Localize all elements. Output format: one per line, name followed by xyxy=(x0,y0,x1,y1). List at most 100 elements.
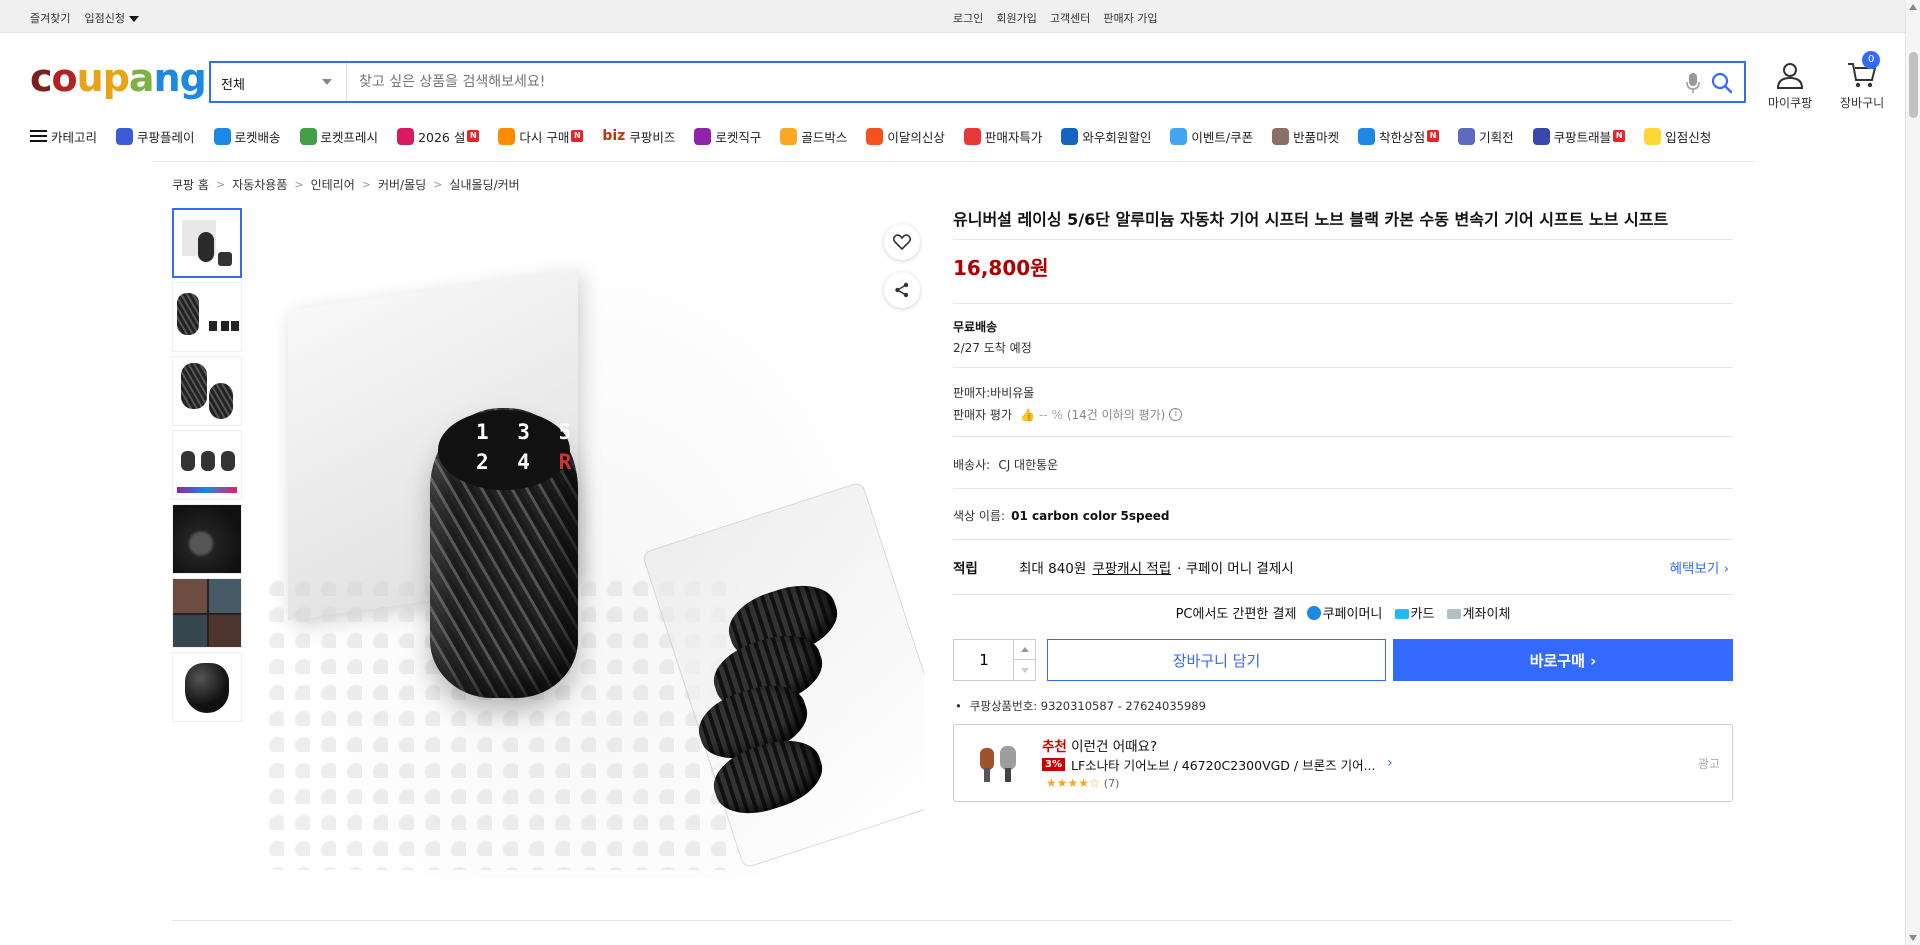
recommendation-card[interactable]: 추천 이런건 어때요? 3% LF소나타 기어노브 / 46720C2300VGD… xyxy=(953,724,1733,802)
add-to-cart-button[interactable]: 장바구니 담기 xyxy=(1047,639,1386,681)
breadcrumb-home[interactable]: 쿠팡 홈 xyxy=(172,176,209,193)
thumbnail-3[interactable] xyxy=(172,356,242,426)
option-section[interactable]: 색상 이름: 01 carbon color 5speed xyxy=(953,489,1733,539)
scrollbar-thumb[interactable] xyxy=(1909,52,1918,118)
buy-now-button[interactable]: 바로구매 › xyxy=(1393,639,1733,681)
review-count: (7) xyxy=(1103,777,1120,790)
knob-bottom-gears: 2 4 xyxy=(476,450,538,474)
coupang-logo[interactable]: coupang xyxy=(30,56,207,100)
nav-item-store[interactable]: 착한상점 N xyxy=(1358,127,1440,146)
product-number: • 쿠팡상품번호: 9320310587 - 27624035989 xyxy=(955,699,1206,713)
thumbnail-5[interactable] xyxy=(172,504,242,574)
chevron-right-icon: > xyxy=(294,178,304,191)
breadcrumb-item[interactable]: 커버/몰딩 xyxy=(378,176,426,193)
nav-item-label: 2026 설 xyxy=(418,129,466,145)
favorites-link[interactable]: 즐겨찾기 xyxy=(30,10,70,26)
cart-label: 장바구니 xyxy=(1840,96,1885,110)
quantity-input[interactable] xyxy=(954,640,1014,680)
category-label: 카테고리 xyxy=(51,129,98,145)
search-input[interactable] xyxy=(359,71,1659,93)
product-main-image: 1 3 5 2 4 R xyxy=(258,210,924,878)
benefits-label: 혜택보기 xyxy=(1669,561,1720,577)
signup-link[interactable]: 회원가입 xyxy=(996,10,1036,26)
breadcrumb-item[interactable]: 자동차용품 xyxy=(232,176,287,193)
seller-apply-label: 입점신청 xyxy=(84,12,125,25)
buy-now-label: 바로구매 xyxy=(1529,651,1585,670)
quantity-increase-button[interactable] xyxy=(1013,640,1035,660)
seller-name[interactable]: 판매자:바비유몰 xyxy=(953,384,1733,401)
nav-item-travel[interactable]: 쿠팡트래블 N xyxy=(1532,127,1626,146)
info-icon[interactable]: i xyxy=(1169,408,1183,421)
nav-item-goldbox[interactable]: 골드박스 xyxy=(780,127,847,146)
category-menu-button[interactable]: 카테고리 xyxy=(30,127,97,146)
nav-item-play[interactable]: 쿠팡플레이 xyxy=(116,127,195,146)
new-badge-icon: N xyxy=(571,130,584,142)
points-suffix: · 쿠페이 머니 결제시 xyxy=(1177,561,1294,577)
thumbnail-7[interactable] xyxy=(172,652,242,722)
scroll-down-icon[interactable] xyxy=(1909,935,1917,941)
customer-center-link[interactable]: 고객센터 xyxy=(1050,10,1090,26)
thumbnail-4[interactable] xyxy=(172,430,242,500)
nav-item-global[interactable]: 로켓직구 xyxy=(694,127,761,146)
header-divider xyxy=(153,161,1755,162)
nav-item-gift[interactable]: 2026 설N xyxy=(397,127,480,146)
nav-item-rocket-fresh[interactable]: 로켓프레시 xyxy=(299,127,379,146)
nav-item-new-product[interactable]: 이달의신상 xyxy=(866,127,945,146)
nav-item-tag[interactable]: 기획전 xyxy=(1458,127,1514,146)
new-badge-icon: N xyxy=(1427,130,1440,142)
coupang-cash-link[interactable]: 쿠팡캐시 적립 xyxy=(1092,557,1171,577)
divider xyxy=(953,239,1733,240)
nav-item-label: 반품마켓 xyxy=(1293,129,1340,145)
breadcrumb: 쿠팡 홈 > 자동차용품 > 인테리어 > 커버/몰딩 > 실내몰딩/커버 xyxy=(172,176,520,193)
search-category-select[interactable]: 전체 xyxy=(211,63,347,101)
gift-icon xyxy=(397,127,415,145)
gear-pattern-label: 1 3 5 2 4 R xyxy=(476,417,579,477)
nav-item-label: 이벤트/쿠폰 xyxy=(1191,129,1254,145)
chevron-right-icon[interactable]: › xyxy=(1387,755,1393,771)
seller-section: 판매자:바비유몰 판매자 평가 👍 -- % (14건 이하의 평가) i xyxy=(953,368,1733,436)
nav-item-biz[interactable]: biz 쿠팡비즈 xyxy=(602,127,675,146)
search-icon[interactable] xyxy=(1710,71,1734,95)
rocket-icon xyxy=(213,127,231,145)
scroll-up-icon[interactable] xyxy=(1909,4,1917,10)
cart-button[interactable]: 장바구니 0 xyxy=(1840,51,1885,111)
arrival-date: 2/27 도착 예정 xyxy=(953,341,1032,355)
option-value: 01 carbon color 5speed xyxy=(1011,509,1170,523)
nav-item-rebuy[interactable]: 다시 구매 N xyxy=(498,127,584,146)
seller-rating-note: (14건 이하의 평가) xyxy=(1066,408,1166,422)
thumbnail-6[interactable] xyxy=(172,578,242,648)
chevron-right-icon: > xyxy=(433,178,443,191)
recommend-item-name[interactable]: LF소나타 기어노브 / 46720C2300VGD / 브론즈 기어... xyxy=(1071,755,1376,774)
product-price: 16,800원 xyxy=(953,256,1049,280)
nav-item-apply[interactable]: 입점신청 xyxy=(1644,127,1711,146)
points-label: 적립 xyxy=(953,561,978,577)
seller-signup-link[interactable]: 판매자 가입 xyxy=(1103,10,1157,26)
wishlist-button[interactable] xyxy=(884,224,920,260)
login-link[interactable]: 로그인 xyxy=(953,10,983,26)
quantity-decrease-button[interactable] xyxy=(1013,660,1035,680)
breadcrumb-item[interactable]: 실내몰딩/커버 xyxy=(449,176,519,193)
user-icon xyxy=(1777,63,1804,89)
seller-rating-row: 판매자 평가 👍 -- % (14건 이하의 평가) i xyxy=(953,406,1733,423)
microphone-icon[interactable] xyxy=(1686,72,1700,94)
heart-icon xyxy=(893,234,911,250)
nav-item-rocket[interactable]: 로켓배송 xyxy=(213,127,281,146)
page-scrollbar[interactable] xyxy=(1905,0,1920,945)
nav-item-label: 쿠팡플레이 xyxy=(137,129,195,145)
nav-item-label: 로켓프레시 xyxy=(320,129,379,145)
search-category-label: 전체 xyxy=(221,78,245,93)
nav-item-seller-deal[interactable]: 판매자특가 xyxy=(963,127,1042,146)
thumbnail-2[interactable] xyxy=(172,282,242,352)
stars-icon: ★★★★☆ xyxy=(1046,776,1100,790)
breadcrumb-item[interactable]: 인테리어 xyxy=(311,176,355,193)
thumbnail-1[interactable] xyxy=(172,208,242,278)
nav-item-return-market[interactable]: 반품마켓 xyxy=(1272,127,1339,146)
mycoupang-button[interactable]: 마이쿠팡 xyxy=(1768,60,1812,111)
wow-icon xyxy=(1061,127,1079,145)
share-button[interactable] xyxy=(884,272,920,308)
nav-item-wow[interactable]: 와우회원할인 xyxy=(1061,127,1151,146)
seller-apply-dropdown[interactable]: 입점신청 xyxy=(84,10,139,26)
benefits-link[interactable]: 혜택보기 › xyxy=(1670,557,1729,577)
chevron-down-icon xyxy=(322,79,332,85)
nav-item-coupon[interactable]: 이벤트/쿠폰 xyxy=(1170,127,1253,146)
